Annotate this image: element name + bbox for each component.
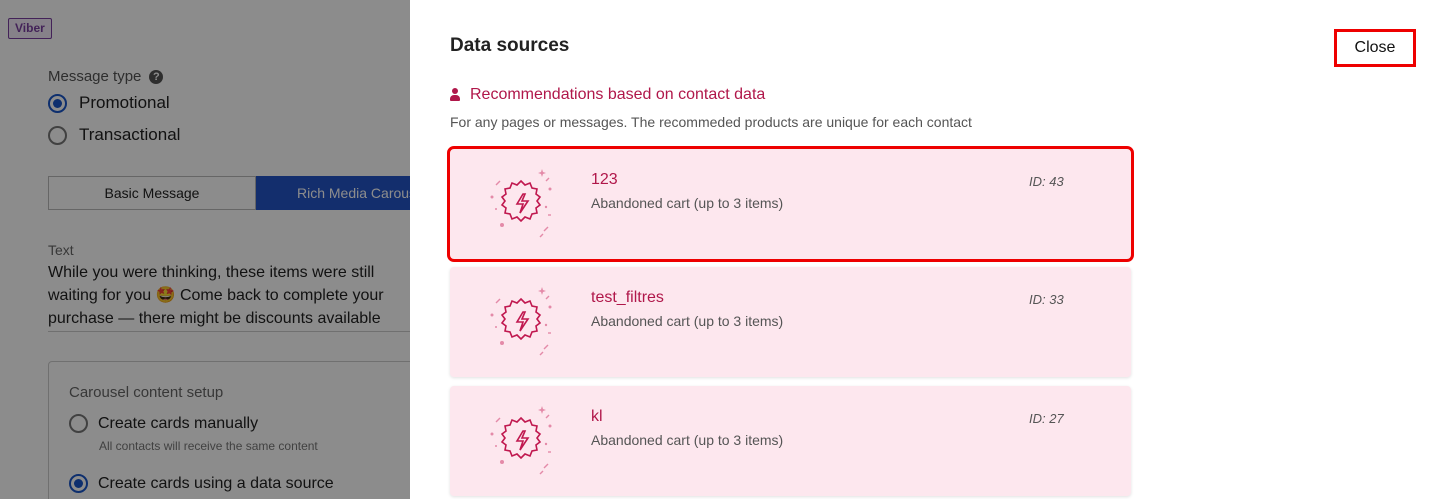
data-sources-panel: Data sources Close Recommendations based… xyxy=(410,0,1443,499)
data-source-name: kl xyxy=(591,408,603,425)
panel-title: Data sources xyxy=(450,35,570,56)
section-header: Recommendations based on contact data xyxy=(450,86,765,104)
data-source-type: Abandoned cart (up to 3 items) xyxy=(591,195,784,211)
data-source-name: 123 xyxy=(591,171,618,188)
lightning-badge-icon xyxy=(490,406,552,475)
lightning-badge-icon xyxy=(490,169,552,238)
data-source-card[interactable]: test_filtres Abandoned cart (up to 3 ite… xyxy=(450,267,1131,377)
data-source-card[interactable]: kl Abandoned cart (up to 3 items) ID: 27 xyxy=(450,386,1131,496)
data-source-id: ID: 43 xyxy=(1029,174,1064,189)
data-source-type: Abandoned cart (up to 3 items) xyxy=(591,432,784,448)
data-source-name: test_filtres xyxy=(591,289,664,306)
section-title: Recommendations based on contact data xyxy=(470,86,766,103)
section-description: For any pages or messages. The recommede… xyxy=(450,114,972,130)
data-source-card[interactable]: 123 Abandoned cart (up to 3 items) ID: 4… xyxy=(447,146,1134,262)
data-source-type: Abandoned cart (up to 3 items) xyxy=(591,313,784,329)
close-button[interactable]: Close xyxy=(1334,29,1416,67)
data-source-id: ID: 33 xyxy=(1029,292,1064,307)
person-icon xyxy=(450,88,460,102)
data-source-id: ID: 27 xyxy=(1029,411,1064,426)
lightning-badge-icon xyxy=(490,287,552,356)
